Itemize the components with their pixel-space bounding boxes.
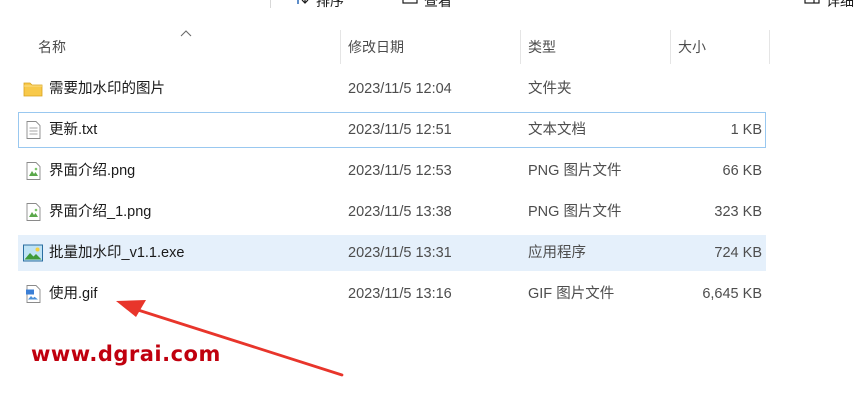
file-name: 更新.txt: [49, 122, 98, 138]
sort-arrows-icon: [297, 0, 309, 4]
file-row-selected[interactable]: 批量加水印_v1.1.exe 2023/11/5 13:31 应用程序 724 …: [18, 235, 766, 271]
column-header-type[interactable]: 类型: [528, 30, 668, 64]
view-button[interactable]: 查看: [402, 0, 452, 10]
image-file-icon: [26, 203, 41, 221]
text-file-icon: [26, 121, 41, 139]
file-modified: 2023/11/5 13:16: [348, 286, 452, 302]
file-size: 6,645 KB: [702, 286, 762, 302]
column-divider[interactable]: [340, 30, 341, 64]
file-size: 724 KB: [714, 245, 762, 261]
folder-icon: [23, 82, 43, 97]
file-name: 界面介绍.png: [49, 163, 136, 179]
column-header-modified[interactable]: 修改日期: [348, 30, 518, 64]
column-divider[interactable]: [769, 30, 770, 64]
file-row[interactable]: 需要加水印的图片 2023/11/5 12:04 文件夹: [18, 71, 766, 107]
file-modified: 2023/11/5 12:04: [348, 81, 452, 97]
column-header-size[interactable]: 大小: [678, 30, 768, 64]
file-type: 应用程序: [528, 245, 586, 261]
sort-button[interactable]: 排序: [294, 0, 344, 10]
command-bar: 排序 查看 详细: [0, 0, 865, 10]
file-type: GIF 图片文件: [528, 286, 615, 302]
file-modified: 2023/11/5 12:53: [348, 163, 452, 179]
column-divider[interactable]: [520, 30, 521, 64]
view-label: 查看: [424, 0, 452, 9]
file-row[interactable]: 使用.gif 2023/11/5 13:16 GIF 图片文件 6,645 KB: [18, 276, 766, 312]
file-name: 使用.gif: [49, 286, 98, 302]
file-size: 323 KB: [714, 204, 762, 220]
file-modified: 2023/11/5 13:31: [348, 245, 452, 261]
file-name: 需要加水印的图片: [49, 81, 165, 97]
file-name: 批量加水印_v1.1.exe: [49, 245, 185, 261]
exe-app-icon: [23, 244, 43, 262]
gif-file-icon: [26, 285, 41, 303]
view-layout-icon: [402, 0, 418, 4]
image-file-icon: [26, 162, 41, 180]
file-row[interactable]: 更新.txt 2023/11/5 12:51 文本文档 1 KB: [18, 112, 766, 148]
watermark-text: www.dgrai.com: [31, 342, 221, 366]
file-row[interactable]: 界面介绍.png 2023/11/5 12:53 PNG 图片文件 66 KB: [18, 153, 766, 189]
file-type: PNG 图片文件: [528, 163, 622, 179]
file-type: 文本文档: [528, 122, 586, 138]
column-header-name[interactable]: 名称: [38, 30, 338, 64]
column-divider[interactable]: [670, 30, 671, 64]
column-header-row: 名称 修改日期 类型 大小: [0, 30, 865, 64]
details-pane-icon: [804, 0, 820, 4]
file-type: 文件夹: [528, 81, 572, 97]
file-row[interactable]: 界面介绍_1.png 2023/11/5 13:38 PNG 图片文件 323 …: [18, 194, 766, 230]
file-modified: 2023/11/5 12:51: [348, 122, 452, 138]
details-pane-button[interactable]: 详细: [804, 0, 854, 10]
details-label: 详细: [826, 0, 854, 9]
file-modified: 2023/11/5 13:38: [348, 204, 452, 220]
file-size: 1 KB: [730, 122, 762, 138]
file-type: PNG 图片文件: [528, 204, 622, 220]
file-name: 界面介绍_1.png: [49, 204, 152, 220]
toolbar-divider: [270, 0, 271, 8]
sort-label: 排序: [316, 0, 344, 9]
file-size: 66 KB: [722, 163, 763, 179]
